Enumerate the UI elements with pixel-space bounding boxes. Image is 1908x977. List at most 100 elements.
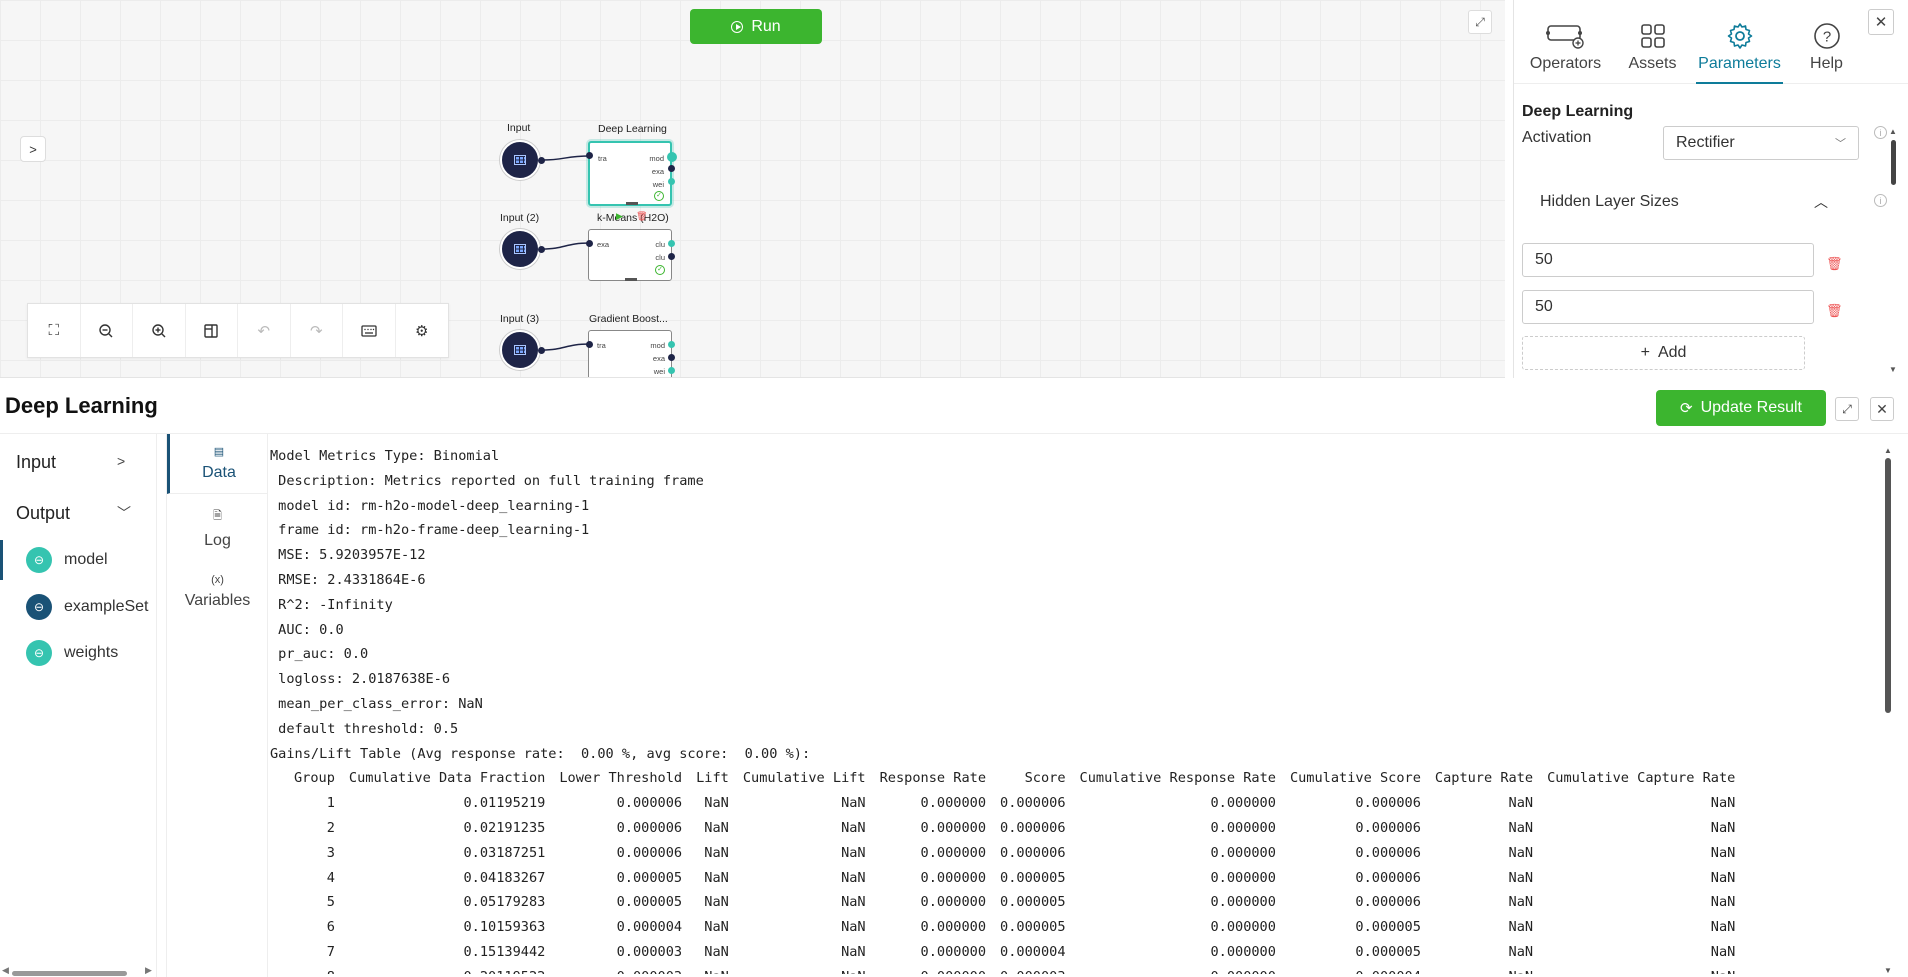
output-port[interactable] xyxy=(538,246,545,253)
expand-icon[interactable]: ⤢ xyxy=(1835,397,1859,421)
update-result-button[interactable]: ⟳ Update Result xyxy=(1656,390,1826,426)
output-item-exampleset[interactable]: ⊖ exampleSet xyxy=(0,587,157,627)
table-cell: NaN xyxy=(736,965,873,974)
chevron-up-icon[interactable]: ︿ xyxy=(1814,192,1828,212)
table-cell: NaN xyxy=(689,965,736,974)
zoom-in-icon[interactable] xyxy=(133,304,186,357)
panel-scrollbar[interactable] xyxy=(1891,140,1896,185)
port-label: wei xyxy=(652,180,664,189)
close-panel-button[interactable]: ✕ xyxy=(1868,9,1894,35)
canvas-toolbar: ⛶ ↶ ↷ ⚙ xyxy=(27,303,449,358)
auto-layout-icon[interactable] xyxy=(186,304,238,357)
input-port[interactable] xyxy=(586,240,593,247)
table-cell: 0.000003 xyxy=(616,943,683,960)
gradient-boost-node[interactable]: tra mod exa wei xyxy=(588,330,672,377)
add-layer-button[interactable]: + Add xyxy=(1522,336,1805,370)
table-cell: NaN xyxy=(704,844,729,861)
output-section[interactable]: Output xyxy=(16,503,70,524)
settings-icon[interactable]: ⚙ xyxy=(396,304,449,357)
tab-assets[interactable]: Assets xyxy=(1609,0,1696,84)
trash-icon[interactable]: 🗑 xyxy=(636,211,647,222)
input-port[interactable] xyxy=(586,152,593,159)
activation-value: Rectifier xyxy=(1676,134,1735,151)
tab-variables[interactable]: (x) Variables xyxy=(167,562,268,622)
output-line: frame id: rm-h2o-frame-deep_learning-1 xyxy=(270,522,590,539)
table-cell: 0.000006 xyxy=(1000,844,1066,861)
fit-screen-icon[interactable]: ⛶ xyxy=(28,304,81,357)
tab-operators[interactable]: Operators xyxy=(1522,0,1609,84)
zoom-out-icon[interactable] xyxy=(81,304,133,357)
deep-learning-node[interactable]: tra mod exa wei ✓ xyxy=(588,141,672,206)
scroll-up-icon[interactable]: ▲ xyxy=(1889,127,1897,136)
table-cell: 0.000005 xyxy=(616,869,683,886)
table-icon xyxy=(514,244,526,254)
table-cell: 0.000000 xyxy=(1210,819,1276,836)
keyboard-icon[interactable] xyxy=(343,304,396,357)
port-label: tra xyxy=(598,154,607,163)
info-icon[interactable]: i xyxy=(1874,126,1887,139)
output-port[interactable] xyxy=(668,178,675,185)
tab-data[interactable]: ▤ Data xyxy=(167,434,268,494)
tab-parameters[interactable]: Parameters xyxy=(1696,0,1783,84)
input-node[interactable] xyxy=(500,229,540,269)
hidden-layer-input[interactable]: 50 xyxy=(1522,290,1814,324)
output-port[interactable] xyxy=(668,165,675,172)
output-port[interactable] xyxy=(668,253,675,260)
close-icon[interactable]: ✕ xyxy=(1870,397,1894,421)
tab-help[interactable]: ? Help xyxy=(1783,0,1870,84)
node-label-deep-learning: Deep Learning xyxy=(598,123,667,135)
node-label-input: Input xyxy=(507,122,531,134)
port-label: exa xyxy=(652,354,665,363)
output-line: model id: rm-h2o-model-deep_learning-1 xyxy=(270,497,590,514)
input-node[interactable] xyxy=(500,330,540,370)
input-section[interactable]: Input xyxy=(16,452,56,473)
output-port[interactable] xyxy=(538,347,545,354)
output-port[interactable] xyxy=(668,341,675,348)
column-header: Cumulative Response Rate xyxy=(1079,770,1276,787)
nav-scrollbar[interactable] xyxy=(12,971,127,976)
output-item-weights[interactable]: ⊖ weights xyxy=(0,633,157,673)
redo-icon[interactable]: ↷ xyxy=(291,304,343,357)
help-icon: ? xyxy=(1813,20,1841,52)
scroll-up-icon[interactable]: ▲ xyxy=(1884,446,1892,455)
output-item-model[interactable]: ⊖ model xyxy=(0,540,157,580)
k-means-node[interactable]: exa clu clu ✓ xyxy=(588,229,672,281)
play-icon[interactable]: ▶ xyxy=(616,211,623,222)
output-scrollbar[interactable] xyxy=(1885,458,1891,713)
node-handle xyxy=(625,278,637,281)
input-port[interactable] xyxy=(586,341,593,348)
output-line: MSE: 5.9203957E-12 xyxy=(270,547,426,564)
hidden-layer-input[interactable]: 50 xyxy=(1522,243,1814,277)
undo-icon[interactable]: ↶ xyxy=(238,304,291,357)
column-header: Cumulative Score xyxy=(1289,770,1421,787)
table-row: 1 0.01195219 0.000006 NaN NaN 0.000000 0.00000… xyxy=(287,791,1742,816)
table-cell: NaN xyxy=(1540,965,1742,974)
scroll-down-icon[interactable]: ▼ xyxy=(1884,966,1892,975)
trash-icon[interactable]: 🗑 xyxy=(1826,256,1843,272)
output-port[interactable] xyxy=(538,157,545,164)
table-cell: 0.000000 xyxy=(1210,943,1276,960)
column-header: Response Rate xyxy=(879,770,987,787)
output-port[interactable] xyxy=(668,354,675,361)
output-port[interactable] xyxy=(667,152,677,162)
table-cell: NaN xyxy=(1508,894,1534,911)
port-label: mod xyxy=(650,341,665,350)
output-port[interactable] xyxy=(668,240,675,247)
table-cell: 0.000000 xyxy=(1210,869,1276,886)
process-canvas[interactable]: Run ⤢ > Input Deep Learning tra mod exa … xyxy=(0,0,1505,378)
info-icon[interactable]: i xyxy=(1874,194,1887,207)
hidden-layer-value: 50 xyxy=(1535,251,1553,268)
scroll-right-icon[interactable]: ▶ xyxy=(145,965,152,976)
activation-select[interactable]: Rectifier ﹀ xyxy=(1663,126,1859,160)
input-node[interactable] xyxy=(500,140,540,180)
chevron-down-icon[interactable]: ﹀ xyxy=(117,503,131,523)
table-cell: 0.000000 xyxy=(873,965,993,974)
port-label: mod xyxy=(649,154,664,163)
scroll-left-icon[interactable]: ◀ xyxy=(2,965,9,976)
table-cell: 0.000005 xyxy=(616,894,683,911)
tab-log[interactable]: 🗎 Log xyxy=(167,498,268,558)
output-port[interactable] xyxy=(668,367,675,374)
chevron-right-icon[interactable]: > xyxy=(117,453,125,469)
scroll-down-icon[interactable]: ▼ xyxy=(1889,365,1897,374)
trash-icon[interactable]: 🗑 xyxy=(1826,303,1843,319)
